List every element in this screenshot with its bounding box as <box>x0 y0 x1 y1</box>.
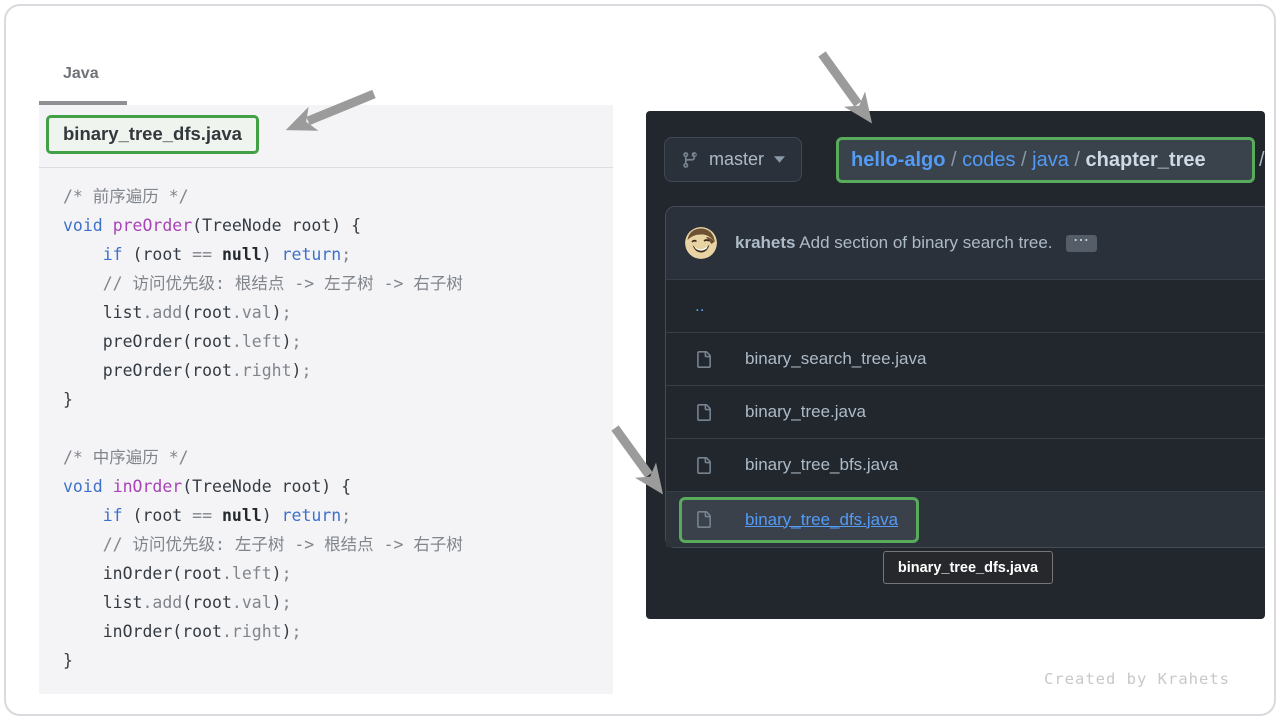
caret-down-icon <box>774 156 785 163</box>
commit-ellipsis-button[interactable]: ⋯ <box>1066 235 1097 252</box>
file-browser: krahets Add section of binary search tre… <box>665 206 1265 548</box>
github-panel: master hello-algo / codes / java / chapt… <box>646 111 1265 619</box>
filename-highlight-box: binary_tree_dfs.java <box>46 115 259 154</box>
code-line: // 访问优先级: 根结点 -> 左子树 -> 右子树 <box>63 269 613 298</box>
file-list: .. binary_search_tree.java binary_tree.jav… <box>666 279 1265 547</box>
code-line: } <box>63 646 613 675</box>
code-block[interactable]: /* 前序遍历 */void preOrder(TreeNode root) {… <box>39 168 613 675</box>
branch-selector[interactable]: master <box>664 137 802 182</box>
code-header: binary_tree_dfs.java <box>39 105 613 168</box>
code-line: list.add(root.val); <box>63 588 613 617</box>
file-icon <box>695 351 712 368</box>
code-line: list.add(root.val); <box>63 298 613 327</box>
code-line: /* 中序遍历 */ <box>63 443 613 472</box>
breadcrumb-highlight-box: hello-algo / codes / java / chapter_tree <box>836 137 1255 183</box>
file-row[interactable]: binary_tree.java <box>666 385 1265 438</box>
tab-java[interactable]: Java <box>63 65 99 83</box>
file-row[interactable]: binary_search_tree.java <box>666 332 1265 385</box>
breadcrumb-codes[interactable]: codes <box>962 149 1015 171</box>
breadcrumb-trailing-separator: / <box>1259 137 1265 183</box>
breadcrumb-separator: / <box>1016 149 1033 171</box>
code-line: inOrder(root.left); <box>63 559 613 588</box>
file-link[interactable]: binary_tree_dfs.java <box>745 510 898 530</box>
commit-row: krahets Add section of binary search tre… <box>666 207 1265 279</box>
file-link[interactable]: binary_tree.java <box>745 402 866 422</box>
breadcrumb: hello-algo / codes / java / chapter_tree <box>851 149 1206 172</box>
commit-message[interactable]: Add section of binary search tree. <box>799 233 1052 252</box>
breadcrumb-hello-algo[interactable]: hello-algo <box>851 149 945 171</box>
code-line: /* 前序遍历 */ <box>63 182 613 211</box>
code-line: preOrder(root.right); <box>63 356 613 385</box>
file-row[interactable]: binary_tree_bfs.java <box>666 438 1265 491</box>
file-highlight-box: binary_tree_dfs.java <box>679 497 919 543</box>
avatar[interactable] <box>685 227 717 259</box>
breadcrumb-java[interactable]: java <box>1032 149 1069 171</box>
breadcrumb-separator: / <box>945 149 962 171</box>
breadcrumb-chapter_tree: chapter_tree <box>1086 149 1206 171</box>
parent-directory-link[interactable]: .. <box>695 296 704 316</box>
tooltip: binary_tree_dfs.java <box>883 551 1053 584</box>
breadcrumb-separator: / <box>1069 149 1086 171</box>
commit-author[interactable]: krahets <box>735 233 795 252</box>
code-panel: binary_tree_dfs.java /* 前序遍历 */void preO… <box>39 105 613 694</box>
file-icon <box>695 511 712 528</box>
code-line: inOrder(root.right); <box>63 617 613 646</box>
file-link[interactable]: binary_tree_bfs.java <box>745 455 898 475</box>
code-line: preOrder(root.left); <box>63 327 613 356</box>
file-link[interactable]: binary_search_tree.java <box>745 349 926 369</box>
file-icon <box>695 404 712 421</box>
code-line: if (root == null) return; <box>63 501 613 530</box>
code-line: void preOrder(TreeNode root) { <box>63 211 613 240</box>
branch-name: master <box>709 149 764 170</box>
background-card: Java binary_tree_dfs.java /* 前序遍历 */void… <box>4 4 1276 716</box>
git-branch-icon <box>681 151 699 169</box>
filename-label: binary_tree_dfs.java <box>63 123 242 144</box>
file-icon <box>695 457 712 474</box>
file-row[interactable]: .. <box>666 279 1265 332</box>
code-blank-line <box>63 414 613 443</box>
credit-text: Created by Krahets <box>1044 670 1230 688</box>
code-line: if (root == null) return; <box>63 240 613 269</box>
code-line: } <box>63 385 613 414</box>
arrow-to-breadcrumb <box>822 54 858 104</box>
file-row[interactable]: binary_tree_dfs.java <box>666 491 1265 547</box>
code-line: void inOrder(TreeNode root) { <box>63 472 613 501</box>
code-line: // 访问优先级: 左子树 -> 根结点 -> 右子树 <box>63 530 613 559</box>
ellipsis-icon: ⋯ <box>1073 233 1089 249</box>
arrow-to-file-row <box>615 428 649 475</box>
